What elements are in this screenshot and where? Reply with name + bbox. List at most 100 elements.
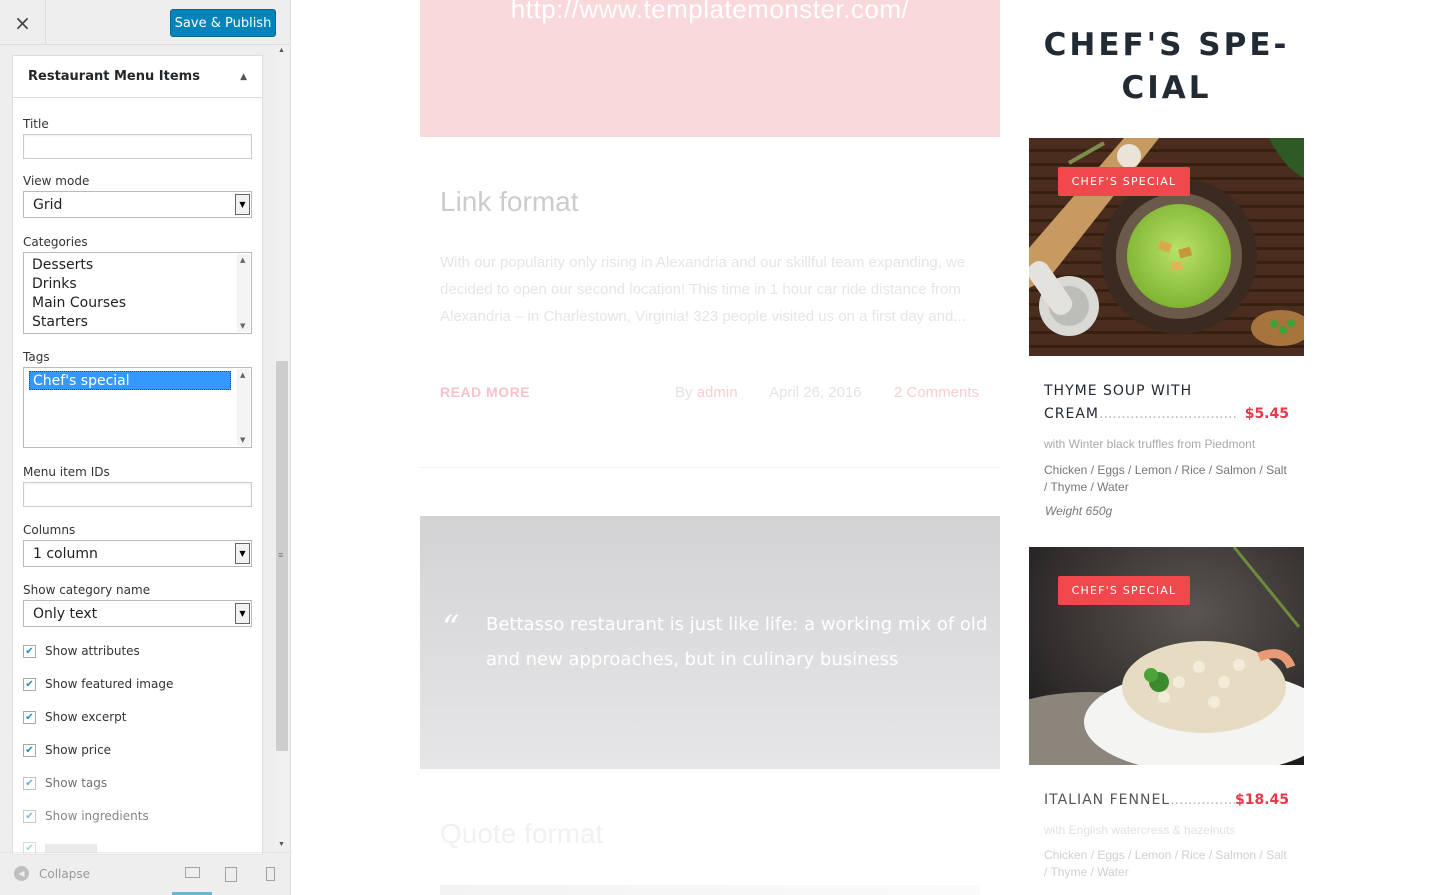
close-icon[interactable]: × — [0, 0, 46, 45]
view-mode-label: View mode — [23, 174, 90, 188]
collapse-label: Collapse — [39, 866, 90, 881]
show-category-group: Show category name Only text ▼ — [23, 583, 252, 627]
faded-excerpt — [440, 885, 980, 895]
category-option[interactable]: Main Courses — [29, 294, 246, 313]
widget-panel: Restaurant Menu Items ▲ Title View mode … — [12, 55, 263, 855]
checkbox-label: Show ingredients — [45, 809, 149, 823]
menu-item-name-line: ITALIAN FENNEL — [1044, 792, 1171, 808]
scroll-up-icon[interactable]: ▲ — [240, 371, 245, 379]
scroll-up-icon[interactable]: ▲ — [278, 47, 285, 54]
comments-link[interactable]: 2 Comments — [894, 384, 979, 401]
menu-item-ingredients: Chicken / Eggs / Lemon / Rice / Salmon /… — [1044, 848, 1287, 879]
checkbox-checked[interactable]: ✔ — [23, 644, 36, 658]
show-attributes-row[interactable]: ✔ Show attributes — [23, 644, 140, 658]
columns-select[interactable]: 1 column ▼ — [23, 540, 252, 567]
post-date[interactable]: April 26, 2016 — [769, 384, 862, 401]
checkbox-label: Show excerpt — [45, 710, 127, 724]
banner-url[interactable]: http://www.templatemonster.com/ — [420, 0, 1000, 25]
post-title[interactable]: Link format — [440, 186, 579, 218]
show-category-select[interactable]: Only text ▼ — [23, 600, 252, 627]
category-option[interactable]: Starters — [29, 313, 246, 332]
collapse-button[interactable]: ◀ Collapse — [14, 866, 90, 881]
quote-icon: “ — [442, 608, 460, 648]
show-price-row[interactable]: ✔ Show price — [23, 743, 111, 757]
categories-label: Categories — [23, 235, 88, 249]
link-post-banner: http://www.templatemonster.com/ — [420, 0, 1000, 137]
checkbox-checked[interactable]: ✔ — [23, 776, 36, 790]
collapse-arrow-icon[interactable]: ▲ — [240, 72, 247, 82]
menu-item-subtitle: with English watercress & hazelnuts — [1044, 823, 1236, 837]
checkbox-checked[interactable]: ✔ — [23, 809, 36, 823]
menu-ids-input[interactable] — [23, 482, 252, 507]
show-featured-image-row[interactable]: ✔ Show featured image — [23, 677, 173, 691]
checkbox-checked[interactable]: ✔ — [23, 710, 36, 724]
checkbox-checked[interactable]: ✔ — [23, 677, 36, 691]
menu-item-image[interactable]: CHEF'S SPECIAL — [1029, 138, 1304, 356]
desktop-preview-icon[interactable] — [185, 867, 200, 878]
title-label: Title — [23, 117, 49, 131]
dropdown-arrow-icon[interactable]: ▼ — [235, 603, 250, 624]
customizer-footer: ◀ Collapse — [0, 852, 290, 895]
panel-scrollbar[interactable]: ▲ ≡ ▼ — [275, 45, 290, 850]
tags-listbox[interactable]: Chef's special ▲ ▼ — [23, 367, 252, 448]
panel-title: Restaurant Menu Items — [28, 69, 200, 84]
scroll-up-icon[interactable]: ▲ — [240, 256, 245, 264]
menu-ids-group: Menu item IDs — [23, 465, 252, 507]
listbox-scrollbar[interactable]: ▲ ▼ — [237, 254, 250, 332]
heading-line: CIAL — [1121, 70, 1212, 106]
menu-item-name-line: THYME SOUP WITH — [1044, 383, 1193, 399]
scroll-down-icon[interactable]: ▼ — [278, 841, 285, 848]
quote-text: Bettasso restaurant is just like life: a… — [486, 614, 988, 670]
category-option[interactable]: Desserts — [29, 256, 246, 275]
checkbox-label: Show featured image — [45, 677, 174, 691]
scroll-down-icon[interactable]: ▼ — [240, 436, 245, 444]
site-preview: http://www.templatemonster.com/ Link for… — [291, 0, 1449, 895]
checkbox-label: Show tags — [45, 776, 108, 790]
show-excerpt-row[interactable]: ✔ Show excerpt — [23, 710, 127, 724]
menu-item-price: $18.45 — [1234, 792, 1289, 808]
show-category-label: Show category name — [23, 583, 151, 597]
show-ingredients-row[interactable]: ✔ Show ingredients — [23, 809, 149, 823]
panel-header[interactable]: Restaurant Menu Items ▲ — [13, 56, 262, 98]
collapse-arrow-icon: ◀ — [14, 866, 29, 881]
post-excerpt: With our popularity only rising in Alexa… — [440, 254, 966, 325]
menu-item-image[interactable]: CHEF'S SPECIAL — [1029, 547, 1304, 765]
author-link[interactable]: admin — [697, 384, 738, 401]
view-mode-select[interactable]: Grid ▼ — [23, 191, 252, 218]
widget-heading: CHEF'S SPE- CIAL — [1029, 24, 1304, 110]
tag-option-selected[interactable]: Chef's special — [29, 371, 231, 390]
show-category-value: Only text — [33, 606, 98, 622]
scroll-down-icon[interactable]: ▼ — [240, 322, 245, 330]
dropdown-arrow-icon[interactable]: ▼ — [235, 543, 250, 564]
menu-item-subtitle: with Winter black truffles from Piedmont — [1044, 437, 1256, 451]
listbox-scrollbar[interactable]: ▲ ▼ — [237, 369, 250, 446]
tags-label: Tags — [23, 350, 50, 364]
title-field-group: Title — [23, 117, 252, 159]
post-title[interactable]: Quote format — [440, 818, 603, 850]
mobile-preview-icon[interactable] — [266, 867, 275, 881]
tags-group: Tags Chef's special ▲ ▼ — [23, 350, 252, 448]
read-more-link[interactable]: READ MORE — [440, 384, 530, 400]
save-publish-button[interactable]: Save & Publish — [170, 9, 276, 37]
view-mode-value: Grid — [33, 197, 63, 213]
menu-item-price: $5.45 — [1244, 406, 1289, 422]
menu-item-name-line: CREAM — [1044, 406, 1100, 422]
category-option[interactable]: Drinks — [29, 275, 246, 294]
checkbox-label: Show attributes — [45, 644, 140, 658]
show-tags-row[interactable]: ✔ Show tags — [23, 776, 107, 790]
checkbox-label: Show price — [45, 743, 112, 757]
tablet-preview-icon[interactable] — [225, 867, 237, 882]
grip-icon: ≡ — [278, 550, 284, 560]
view-mode-group: View mode Grid ▼ — [23, 174, 252, 218]
checkbox-checked[interactable]: ✔ — [23, 743, 36, 757]
customizer-header: × Save & Publish — [0, 0, 290, 45]
menu-item-ingredients: Chicken / Eggs / Lemon / Rice / Salmon /… — [1044, 463, 1287, 494]
quote-post-block: “ Bettasso restaurant is just like life:… — [420, 516, 1000, 769]
chefs-special-badge: CHEF'S SPECIAL — [1058, 167, 1190, 196]
chefs-special-badge: CHEF'S SPECIAL — [1058, 576, 1190, 605]
title-input[interactable] — [23, 134, 252, 159]
categories-listbox[interactable]: Desserts Drinks Main Courses Starters ▲ … — [23, 252, 252, 334]
dropdown-arrow-icon[interactable]: ▼ — [235, 194, 250, 215]
meta-by: By — [675, 384, 693, 401]
columns-group: Columns 1 column ▼ — [23, 523, 252, 567]
